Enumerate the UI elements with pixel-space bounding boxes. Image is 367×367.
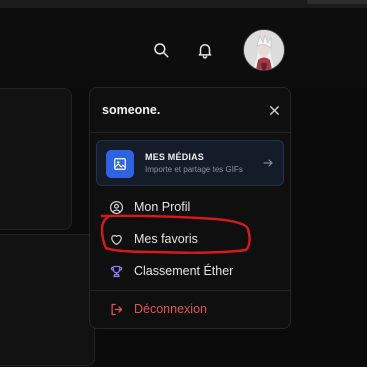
menu-item-logout[interactable]: Déconnexion bbox=[108, 299, 207, 319]
avatar[interactable] bbox=[243, 29, 285, 71]
trophy-icon bbox=[108, 263, 124, 279]
menu-divider bbox=[90, 132, 290, 133]
hand-drawn-highlight bbox=[100, 214, 251, 254]
menu-username: someone. bbox=[102, 103, 161, 117]
menu-item-ranking[interactable]: Classement Éther bbox=[108, 261, 233, 281]
my-media-card[interactable]: MES MÉDIAS Importe et partage tes GIFs bbox=[96, 140, 284, 186]
bell-icon bbox=[198, 44, 212, 59]
media-card-subtitle: Importe et partage tes GIFs bbox=[145, 165, 243, 174]
scrollbar-track[interactable] bbox=[307, 0, 367, 4]
search-button[interactable] bbox=[148, 37, 174, 63]
background-card bbox=[0, 234, 95, 366]
media-card-title: MES MÉDIAS bbox=[145, 152, 205, 162]
notifications-button[interactable] bbox=[192, 37, 218, 63]
user-dropdown-menu: someone. MES MÉDIAS Importe et partage t… bbox=[89, 87, 291, 329]
menu-divider bbox=[90, 290, 290, 291]
close-icon bbox=[269, 105, 279, 115]
close-button[interactable] bbox=[266, 102, 282, 118]
menu-item-label: Mon Profil bbox=[134, 200, 191, 214]
media-icon-badge bbox=[106, 150, 134, 178]
menu-item-label: Classement Éther bbox=[134, 264, 234, 278]
background-panel bbox=[0, 88, 72, 230]
logout-icon bbox=[108, 301, 124, 317]
search-icon bbox=[154, 43, 169, 58]
image-icon bbox=[114, 158, 126, 170]
arrow-right-icon bbox=[263, 159, 273, 167]
menu-item-label: Déconnexion bbox=[134, 302, 207, 316]
top-bar bbox=[0, 8, 367, 88]
avatar-image bbox=[244, 30, 284, 70]
